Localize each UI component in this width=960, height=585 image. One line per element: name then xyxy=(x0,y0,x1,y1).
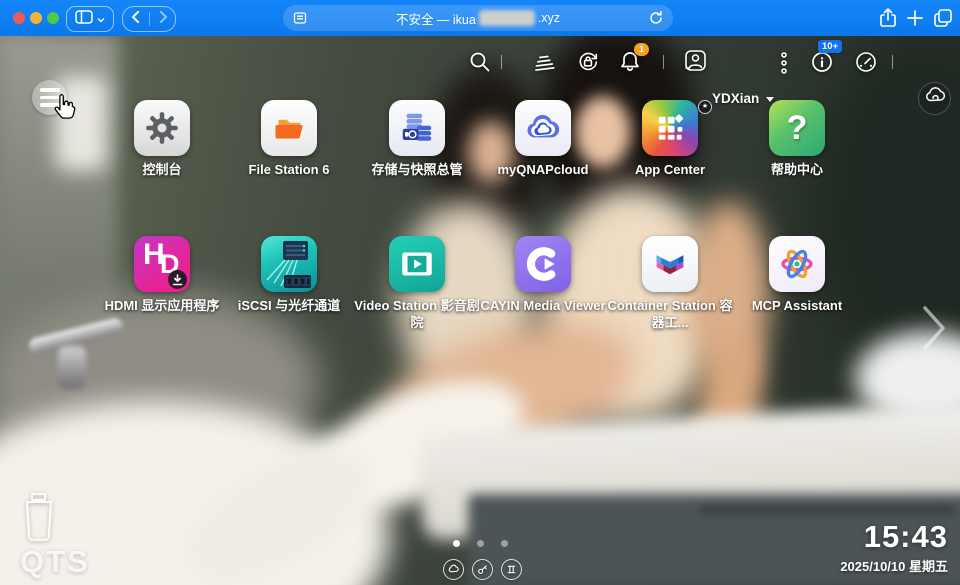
app-container-station[interactable]: Container Station 容器工... xyxy=(605,236,735,332)
star-icon: ★ xyxy=(698,100,712,114)
app-label: MCP Assistant xyxy=(732,298,862,315)
question-mark-icon: ? xyxy=(769,100,825,156)
gear-icon xyxy=(134,100,190,156)
app-label: 控制台 xyxy=(97,162,227,179)
recycle-bin[interactable] xyxy=(20,492,58,549)
app-help-center[interactable]: ? 帮助中心 xyxy=(732,100,862,179)
cloud-icon xyxy=(515,100,571,156)
resource-badge: 10+ xyxy=(818,40,842,53)
new-tab-icon[interactable] xyxy=(906,9,924,32)
app-video-station[interactable]: Video Station 影音剧院 xyxy=(352,236,482,332)
app-label: 存储与快照总管 xyxy=(352,162,482,179)
app-hdmi-display[interactable]: H D HDMI 显示应用程序 xyxy=(97,236,227,315)
app-label: myQNAPcloud xyxy=(478,162,608,179)
app-myqnapcloud[interactable]: myQNAPcloud xyxy=(478,100,608,179)
app-mcp-assistant[interactable]: MCP Assistant xyxy=(732,236,862,315)
folder-icon xyxy=(261,100,317,156)
resource-monitor-icon[interactable] xyxy=(809,49,835,80)
qts-desktop: 1 ★ YDXian 10+ 控制台 xyxy=(0,36,960,585)
clock-time: 15:43 xyxy=(840,519,948,555)
storage-database-icon xyxy=(389,100,445,156)
address-bar[interactable]: 不安全 — ikua .xyz xyxy=(283,5,673,31)
toolbar-divider xyxy=(501,55,502,69)
app-label: CAYIN Media Viewer xyxy=(478,298,608,315)
key-icon[interactable] xyxy=(472,559,493,580)
app-storage-snapshots[interactable]: 存储与快照总管 xyxy=(352,100,482,179)
nav-divider xyxy=(149,12,150,26)
app-label: Video Station 影音剧院 xyxy=(352,298,482,332)
app-label: App Center xyxy=(605,162,735,179)
notification-badge: 1 xyxy=(634,43,649,56)
mcp-knot-icon xyxy=(769,236,825,292)
share-icon[interactable] xyxy=(878,7,898,34)
film-play-icon xyxy=(389,236,445,292)
sidebar-icon xyxy=(75,10,93,29)
chevron-down-icon[interactable] xyxy=(766,97,774,102)
cayin-c-icon xyxy=(515,236,571,292)
screen: 不安全 — ikua .xyz xyxy=(0,0,960,585)
background-tasks-icon[interactable] xyxy=(531,49,557,80)
search-icon[interactable] xyxy=(467,49,493,80)
dashboard-gauge-icon[interactable] xyxy=(853,49,879,80)
reload-icon[interactable] xyxy=(648,10,664,31)
toolbar-divider xyxy=(892,55,893,69)
sidebar-toggle-button[interactable] xyxy=(66,6,114,32)
app-control-panel[interactable]: 控制台 xyxy=(97,100,227,179)
app-file-station[interactable]: File Station 6 xyxy=(224,100,354,179)
nav-button-group xyxy=(122,6,176,32)
user-avatar-icon[interactable] xyxy=(682,47,710,80)
app-app-center[interactable]: App Center xyxy=(605,100,735,179)
page-dot-3[interactable] xyxy=(501,540,508,547)
cloud-sync-icon[interactable] xyxy=(443,559,464,580)
browser-titlebar: 不安全 — ikua .xyz xyxy=(0,0,960,36)
app-label: HDMI 显示应用程序 xyxy=(97,298,227,315)
download-arrow-icon xyxy=(168,270,187,289)
close-window-button[interactable] xyxy=(13,12,25,24)
app-label: iSCSI 与光纤通道 xyxy=(224,298,354,315)
chevron-down-icon xyxy=(97,10,105,28)
hand-cursor xyxy=(52,93,76,126)
more-options-kebab-icon[interactable] xyxy=(779,51,789,80)
next-page-chevron-icon[interactable] xyxy=(920,303,948,358)
desktop-clock: 15:43 2025/10/10 星期五 xyxy=(840,519,948,575)
cloud-icon xyxy=(924,85,946,112)
firmware-update-icon[interactable] xyxy=(575,49,601,80)
app-label: File Station 6 xyxy=(224,162,354,179)
zoom-window-button[interactable] xyxy=(47,12,59,24)
clock-date: 2025/10/10 星期五 xyxy=(840,556,948,575)
hamburger-icon xyxy=(40,88,60,92)
iscsi-server-icon xyxy=(261,236,317,292)
url-suffix-text: .xyz xyxy=(538,11,560,25)
app-label: 帮助中心 xyxy=(732,162,862,179)
url-redacted-blur xyxy=(479,10,535,26)
desktop-page-dots xyxy=(453,540,508,547)
desktop-quick-buttons xyxy=(443,559,522,580)
forward-button[interactable] xyxy=(159,10,168,28)
hdmi-display-icon: H D xyxy=(134,236,190,292)
myqnapcloud-toolbar-button[interactable] xyxy=(918,82,951,115)
toolbar-divider xyxy=(663,55,664,69)
page-dot-2[interactable] xyxy=(477,540,484,547)
app-grid-icon xyxy=(642,100,698,156)
url-security-text: 不安全 — ikua xyxy=(396,9,476,28)
container-station-icon xyxy=(642,236,698,292)
back-button[interactable] xyxy=(131,10,140,28)
app-iscsi-fibre[interactable]: iSCSI 与光纤通道 xyxy=(224,236,354,315)
app-label: Container Station 容器工... xyxy=(605,298,735,332)
app-cayin-media-viewer[interactable]: CAYIN Media Viewer xyxy=(478,236,608,315)
page-dot-1[interactable] xyxy=(453,540,460,547)
minimize-window-button[interactable] xyxy=(30,12,42,24)
columns-icon[interactable] xyxy=(501,559,522,580)
qts-logo: QTS xyxy=(20,544,90,580)
page-settings-icon[interactable] xyxy=(293,11,307,30)
user-name[interactable]: YDXian xyxy=(712,91,759,106)
tab-overview-icon[interactable] xyxy=(932,7,954,34)
